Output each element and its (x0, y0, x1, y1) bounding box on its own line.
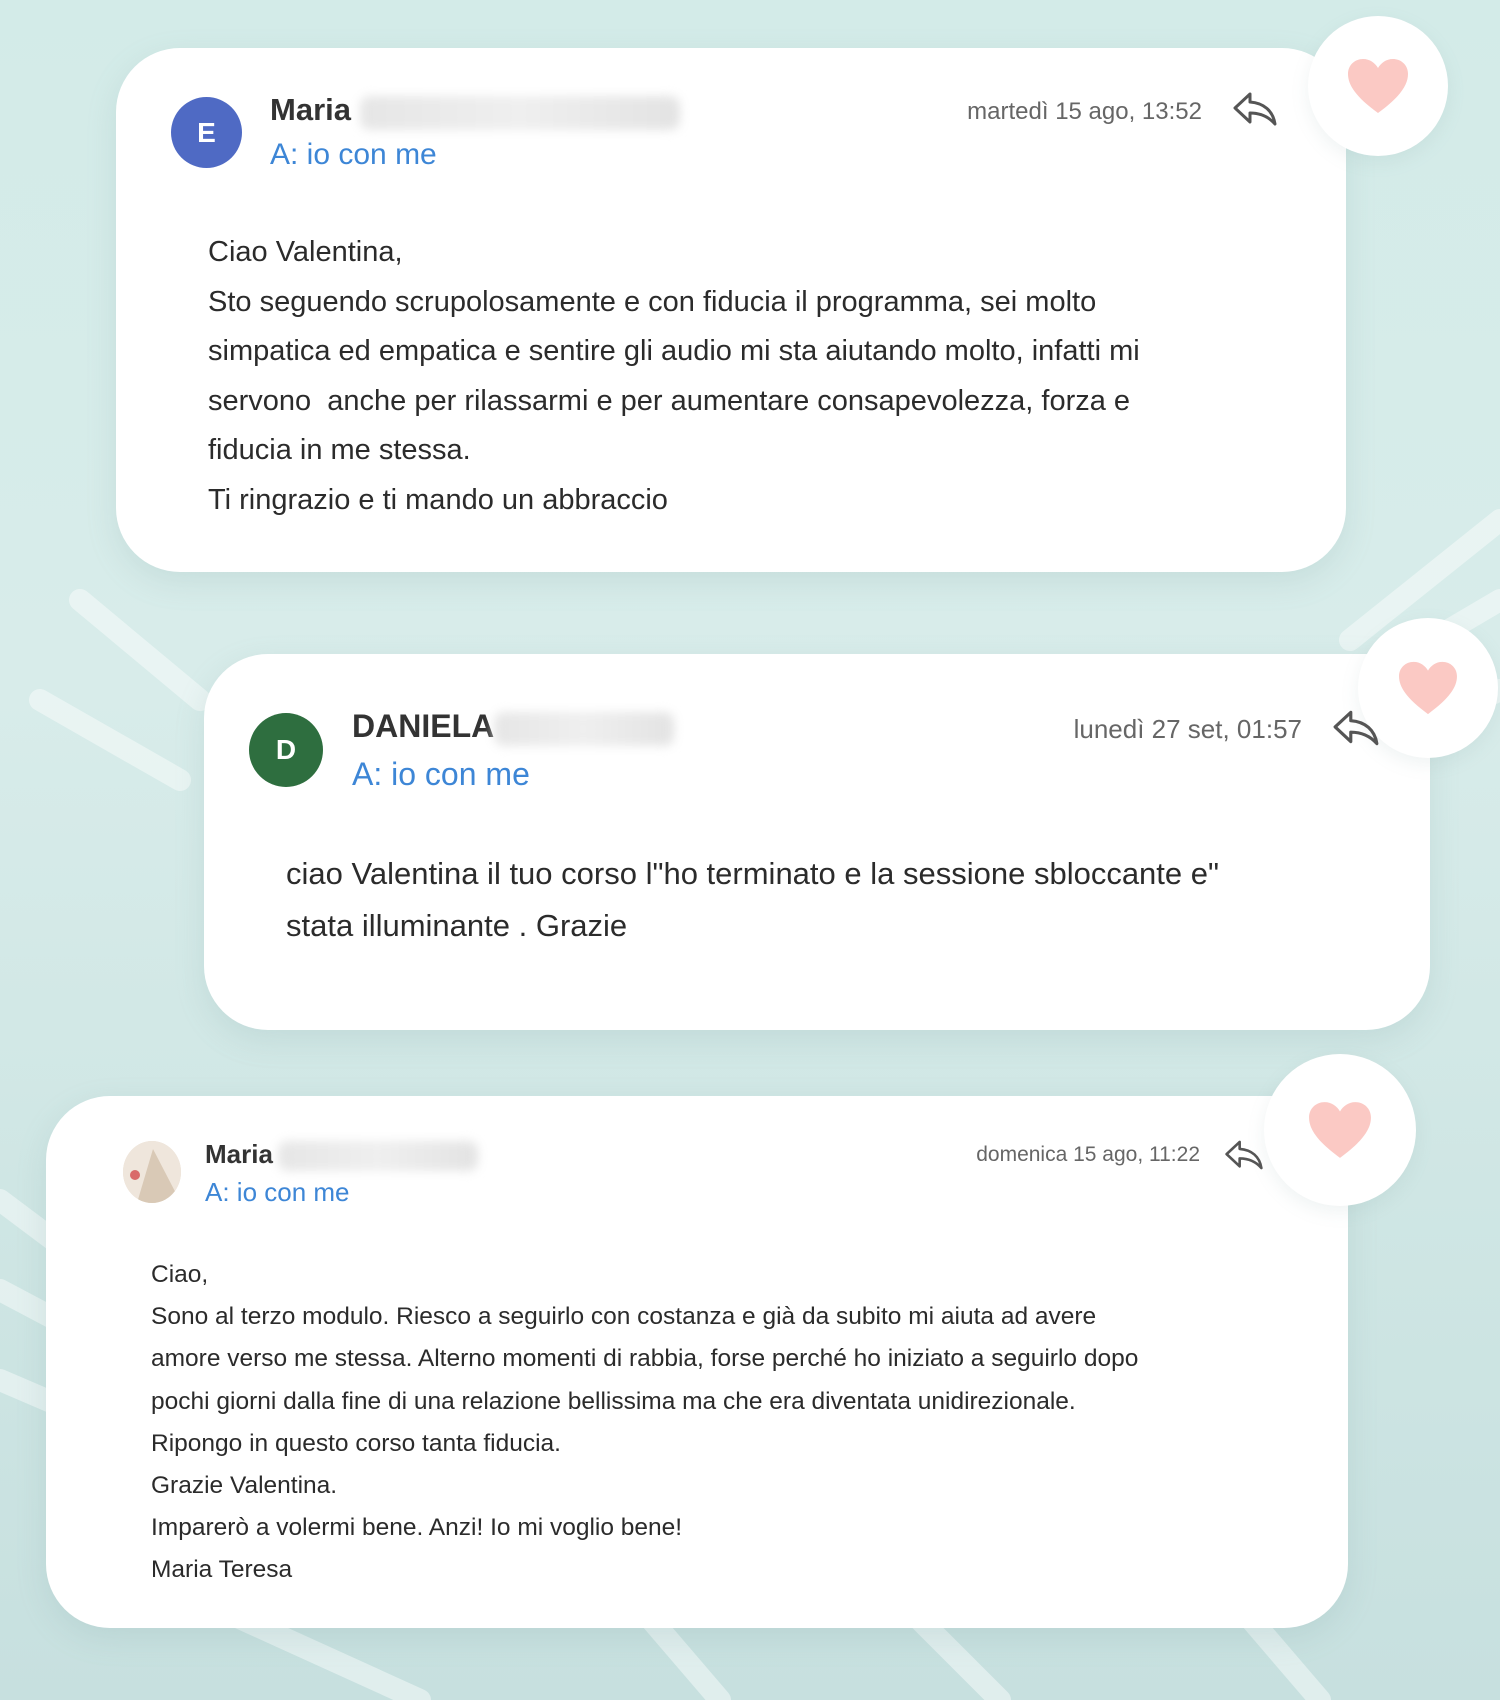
body-line: servono anche per rilassarmi e per aumen… (208, 384, 1131, 417)
heart-icon (1348, 59, 1408, 113)
body-line: Sono al terzo modulo. Riesco a seguirlo … (151, 1303, 1097, 1331)
body-line: Ciao Valentina, (208, 236, 403, 268)
avatar (123, 1141, 181, 1203)
message-date: lunedì 27 set, 01:57 (1073, 714, 1302, 744)
recipient-line[interactable]: A: io con me (352, 756, 530, 793)
body-line: Maria Teresa (151, 1556, 293, 1584)
message-body: Ciao Valentina, Sto seguendo scrupolosam… (208, 228, 1288, 525)
like-bubble-1[interactable] (1308, 16, 1448, 156)
reply-arrow-icon[interactable] (1224, 1138, 1264, 1172)
message-date: domenica 15 ago, 11:22 (976, 1143, 1200, 1166)
reply-arrow-icon[interactable] (1332, 708, 1380, 748)
body-line: Grazie Valentina. (151, 1472, 338, 1500)
body-line: pochi giorni dalla fine di una relazione… (151, 1387, 1076, 1415)
body-line: simpatica ed empatica e sentire gli audi… (208, 335, 1140, 367)
recipient-line[interactable]: A: io con me (205, 1177, 350, 1208)
like-bubble-3[interactable] (1264, 1054, 1416, 1206)
sender-name: Maria (270, 92, 351, 127)
body-line: Ripongo in questo corso tanta fiducia. (151, 1429, 561, 1457)
heart-icon (1309, 1102, 1371, 1158)
body-line: Sto seguendo scrupolosamente e con fiduc… (208, 285, 1097, 318)
reply-arrow-icon[interactable] (1232, 90, 1278, 128)
body-line: amore verso me stessa. Alterno momenti d… (151, 1345, 1139, 1373)
sender-surname-blurred (278, 1141, 478, 1171)
avatar: E (171, 97, 242, 168)
avatar-photo (123, 1141, 181, 1203)
message-date: martedì 15 ago, 13:52 (967, 98, 1202, 125)
message-body: ciao Valentina il tuo corso l"ho termina… (286, 848, 1396, 952)
sender-surname-blurred (494, 712, 674, 746)
body-line: Ciao, (151, 1261, 209, 1288)
body-line: Ti ringrazio e ti mando un abbraccio (208, 483, 668, 516)
sender-name: Maria (205, 1139, 273, 1169)
body-line: ciao Valentina il tuo corso l"ho termina… (286, 856, 1220, 891)
body-line: Imparerò a volermi bene. Anzi! Io mi vog… (151, 1514, 683, 1542)
recipient-line[interactable]: A: io con me (270, 138, 437, 172)
heart-icon (1399, 661, 1457, 715)
avatar: D (249, 713, 323, 787)
body-line: stata illuminante . Grazie (286, 908, 628, 943)
sender-name: DANIELA (352, 708, 495, 744)
body-line: fiducia in me stessa. (208, 434, 471, 466)
message-body: Ciao, Sono al terzo modulo. Riesco a seg… (151, 1254, 1301, 1592)
sender-surname-blurred (360, 96, 680, 130)
